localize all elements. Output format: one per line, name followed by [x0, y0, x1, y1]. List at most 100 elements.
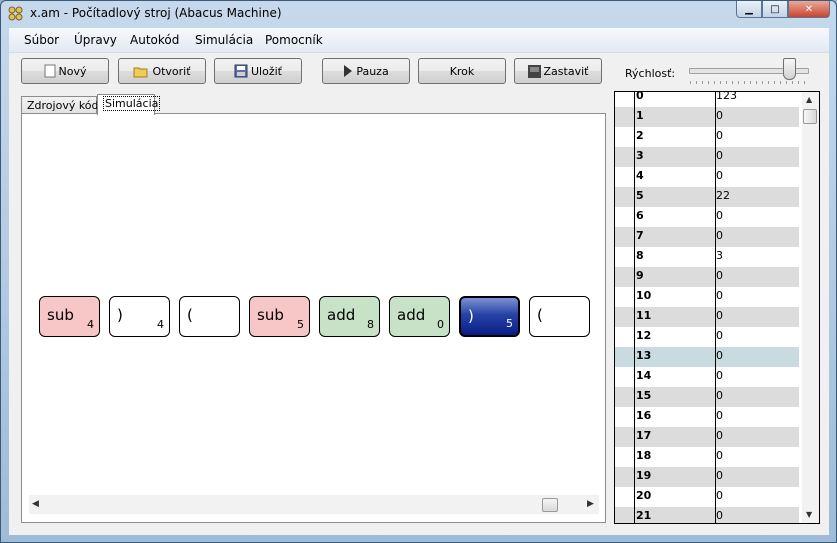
row-header[interactable] — [615, 407, 635, 427]
row-header[interactable] — [615, 267, 635, 287]
row-header[interactable] — [615, 207, 635, 227]
row-header[interactable] — [615, 127, 635, 147]
register-row[interactable]: 16 0 — [615, 407, 799, 427]
scroll-right-icon[interactable]: ▶ — [587, 499, 594, 509]
speed-slider-thumb[interactable] — [783, 58, 797, 80]
register-value[interactable]: 0 — [716, 349, 723, 362]
register-row[interactable]: 19 0 — [615, 467, 799, 487]
row-header[interactable] — [615, 367, 635, 387]
row-header[interactable] — [615, 227, 635, 247]
register-value[interactable]: 0 — [716, 429, 723, 442]
register-row[interactable]: 11 0 — [615, 307, 799, 327]
maximize-button[interactable]: □ — [762, 1, 788, 18]
instruction-cell[interactable]: ) 5 — [459, 296, 520, 337]
row-header[interactable] — [615, 187, 635, 207]
instruction-cell[interactable]: add 8 — [319, 296, 380, 337]
title-bar[interactable]: x.am - Počítadlový stroj (Abacus Machine… — [1, 1, 836, 27]
row-header[interactable] — [615, 487, 635, 507]
register-value[interactable]: 0 — [716, 109, 723, 122]
row-header[interactable] — [615, 247, 635, 267]
scroll-left-icon[interactable]: ◀ — [32, 499, 39, 509]
row-header[interactable] — [615, 307, 635, 327]
register-row[interactable]: 10 — [615, 107, 799, 127]
register-row[interactable]: 18 0 — [615, 447, 799, 467]
menu-simulation[interactable]: Simulácia — [195, 33, 253, 47]
tab-simulation[interactable]: Simulácia — [97, 94, 161, 115]
register-row[interactable]: 83 — [615, 247, 799, 267]
register-value[interactable]: 0 — [716, 489, 723, 502]
row-header[interactable] — [615, 427, 635, 447]
tab-source-code[interactable]: Zdrojový kód — [21, 96, 99, 114]
instruction-cell[interactable]: ) 4 — [109, 296, 170, 337]
register-value[interactable]: 0 — [716, 329, 723, 342]
register-row[interactable]: 90 — [615, 267, 799, 287]
instruction-cell[interactable]: sub 4 — [39, 296, 100, 337]
register-value[interactable]: 22 — [716, 189, 730, 202]
register-value[interactable]: 0 — [716, 129, 723, 142]
register-value[interactable]: 0 — [716, 229, 723, 242]
register-row[interactable]: 30 — [615, 147, 799, 167]
register-row[interactable]: 12 0 — [615, 327, 799, 347]
menu-help[interactable]: Pomocník — [265, 33, 323, 47]
register-value[interactable]: 0 — [716, 449, 723, 462]
scroll-up-icon[interactable]: ▲ — [806, 95, 812, 104]
register-value[interactable]: 0 — [716, 309, 723, 322]
register-value[interactable]: 0 — [716, 289, 723, 302]
stop-button[interactable]: Zastaviť — [514, 58, 602, 84]
register-value[interactable]: 0 — [716, 269, 723, 282]
register-row[interactable]: 70 — [615, 227, 799, 247]
scroll-down-icon[interactable]: ▼ — [806, 510, 812, 519]
close-button[interactable]: ✕ — [788, 1, 830, 18]
row-header[interactable] — [615, 167, 635, 187]
register-row[interactable]: 40 — [615, 167, 799, 187]
register-value[interactable]: 0 — [716, 169, 723, 182]
row-header[interactable] — [615, 92, 635, 107]
row-header[interactable] — [615, 507, 635, 523]
row-header[interactable] — [615, 327, 635, 347]
horizontal-scrollbar[interactable]: ◀ ▶ — [29, 495, 599, 514]
row-header[interactable] — [615, 387, 635, 407]
register-value[interactable]: 0 — [716, 209, 723, 222]
row-header[interactable] — [615, 147, 635, 167]
register-row[interactable]: 0 123 — [615, 92, 799, 107]
register-row[interactable]: 20 — [615, 127, 799, 147]
instruction-cell[interactable]: ( — [179, 296, 240, 337]
register-row[interactable]: 10 0 — [615, 287, 799, 307]
register-value[interactable]: 123 — [716, 92, 737, 102]
register-row[interactable]: 14 0 — [615, 367, 799, 387]
register-row[interactable]: 17 0 — [615, 427, 799, 447]
minimize-button[interactable]: ▁ — [736, 1, 762, 18]
register-value[interactable]: 3 — [716, 249, 723, 262]
register-row[interactable]: 60 — [615, 207, 799, 227]
new-button[interactable]: Nový — [21, 58, 109, 84]
register-value[interactable]: 0 — [716, 409, 723, 422]
menu-file[interactable]: Súbor — [24, 33, 59, 47]
step-button[interactable]: Krok — [418, 58, 506, 84]
register-value[interactable]: 0 — [716, 469, 723, 482]
row-header[interactable] — [615, 107, 635, 127]
register-value[interactable]: 0 — [716, 369, 723, 382]
instruction-cell[interactable]: sub 5 — [249, 296, 310, 337]
row-header[interactable] — [615, 467, 635, 487]
register-value[interactable]: 0 — [716, 389, 723, 402]
register-value[interactable]: 0 — [716, 509, 723, 522]
register-row[interactable]: 20 0 — [615, 487, 799, 507]
register-row[interactable]: 13 0 — [615, 347, 799, 367]
register-value[interactable]: 0 — [716, 149, 723, 162]
save-button[interactable]: Uložiť — [214, 58, 302, 84]
row-header[interactable] — [615, 347, 635, 367]
menu-autocode[interactable]: Autokód — [130, 33, 179, 47]
register-row[interactable]: 15 0 — [615, 387, 799, 407]
row-header[interactable] — [615, 447, 635, 467]
pause-button[interactable]: Pauza — [322, 58, 410, 84]
register-row[interactable]: 21 0 — [615, 507, 799, 523]
instruction-cell[interactable]: ( — [529, 296, 590, 337]
vertical-scrollbar[interactable]: ▲ ▼ — [802, 92, 819, 523]
row-header[interactable] — [615, 287, 635, 307]
registers-grid[interactable]: 0 123 1 0 2 0 3 0 4 0 5 22 6 0 7 0 8 3 9 0 10 0 11 0 12 0 13 0 14 0 15… — [614, 91, 820, 524]
register-row[interactable]: 5 22 — [615, 187, 799, 207]
open-button[interactable]: Otvoriť — [118, 58, 206, 84]
vertical-scroll-thumb[interactable] — [803, 109, 817, 124]
menu-edit[interactable]: Úpravy — [74, 33, 117, 47]
horizontal-scroll-thumb[interactable] — [542, 498, 558, 512]
